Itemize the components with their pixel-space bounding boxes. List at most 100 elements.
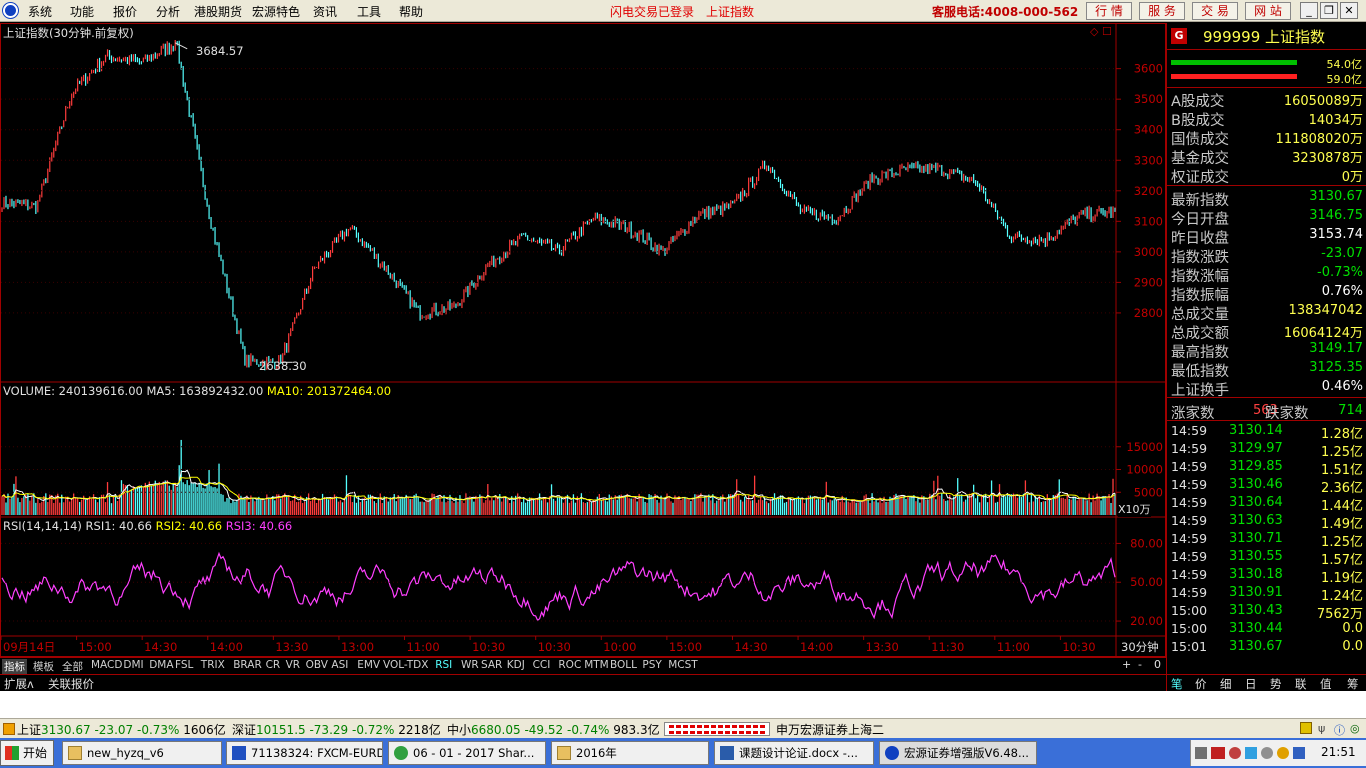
start-button[interactable]: 开始 <box>0 740 54 766</box>
sh-index-summary[interactable]: 上证3130.67 -23.07 -0.73% 1606亿 <box>17 721 226 738</box>
rsi-line <box>1 551 1116 622</box>
alert-icon[interactable] <box>1300 722 1312 734</box>
tick-row[interactable]: 14:59 3130.14 1.28亿 <box>1167 423 1366 442</box>
indicator-tab[interactable]: SAR <box>479 659 504 671</box>
menu-tools[interactable]: 工具 <box>357 3 381 20</box>
tick-row[interactable]: 15:01 3130.67 0.0 <box>1167 639 1366 657</box>
indicator-tab[interactable]: DMI <box>121 659 145 671</box>
tick-row[interactable]: 14:59 3129.97 1.25亿 <box>1167 441 1366 460</box>
tick-row[interactable]: 14:59 3130.64 1.44亿 <box>1167 495 1366 514</box>
indicator-tab[interactable]: CCI <box>531 659 553 671</box>
tick-row[interactable]: 14:59 3130.18 1.19亿 <box>1167 567 1366 586</box>
security-icon[interactable] <box>1277 747 1289 759</box>
tick-row[interactable]: 15:00 3130.44 0.0 <box>1167 621 1366 639</box>
indicator-tab[interactable]: MACD <box>89 659 124 671</box>
indicator-tab[interactable]: CR <box>264 659 283 671</box>
indicator-tab[interactable]: KDJ <box>505 659 527 671</box>
tab-chips[interactable]: 筹 <box>1347 676 1359 692</box>
trade-login-status[interactable]: 闪电交易已登录 <box>610 3 694 20</box>
info-icon[interactable]: ⓘ <box>1334 722 1346 737</box>
menu-help[interactable]: 帮助 <box>399 3 423 20</box>
trade-button[interactable]: 交 易 <box>1192 2 1238 20</box>
signal-icon[interactable]: ψ <box>1318 722 1330 735</box>
speaker-icon[interactable] <box>1293 747 1305 759</box>
tick-row[interactable]: 14:59 3129.85 1.51亿 <box>1167 459 1366 478</box>
menu-hk-futures[interactable]: 港股期货 <box>194 3 242 20</box>
tick-row[interactable]: 14:59 3130.55 1.57亿 <box>1167 549 1366 568</box>
indicator-tab[interactable]: BOLL <box>608 659 639 671</box>
website-button[interactable]: 网 站 <box>1245 2 1291 20</box>
indicator-tab[interactable]: DMA <box>147 659 175 671</box>
indicator-tab[interactable]: 指标 <box>2 659 27 674</box>
tab-trades[interactable]: 笔 <box>1171 676 1183 692</box>
tab-detail[interactable]: 细 <box>1220 676 1232 692</box>
current-index-link[interactable]: 上证指数 <box>706 3 754 20</box>
task-word-doc[interactable]: 课题设计论证.docx -... <box>714 741 874 765</box>
indicator-tab[interactable]: TRIX <box>199 659 227 671</box>
period-label[interactable]: 30分钟 <box>1121 639 1159 655</box>
task-folder-2016[interactable]: 2016年 <box>551 741 709 765</box>
sz-label: 深证 <box>232 723 257 737</box>
indicator-tab[interactable]: VR <box>284 659 302 671</box>
menu-hongyuan[interactable]: 宏源特色 <box>252 3 300 20</box>
tick-row[interactable]: 15:00 3130.43 7562万 <box>1167 603 1366 622</box>
chart-option-icon[interactable]: ◇ ☐ <box>1090 25 1112 38</box>
tick-row[interactable]: 14:59 3130.63 1.49亿 <box>1167 513 1366 532</box>
indicator-tab[interactable]: FSL <box>173 659 195 671</box>
flag-icon[interactable] <box>1211 747 1225 759</box>
indicator-tabs: 指标 模板 全部 MACD DMI DMA FSL TRIX BRAR CR VR OBV ASI EMV… <box>0 657 1166 674</box>
x-tick-label: 10:00 <box>603 640 636 654</box>
minimize-icon[interactable]: _ <box>1300 2 1318 19</box>
tab-value[interactable]: 值 <box>1320 676 1332 692</box>
indicator-tab[interactable]: OBV <box>304 659 330 671</box>
tab-daily[interactable]: 日 <box>1245 676 1257 692</box>
market-button[interactable]: 行 情 <box>1086 2 1132 20</box>
menu-analysis[interactable]: 分析 <box>156 3 180 20</box>
menu-function[interactable]: 功能 <box>70 3 94 20</box>
stat-label: 指数涨幅 <box>1171 269 1229 285</box>
task-browser[interactable]: 06 - 01 - 2017 Shar... <box>388 741 546 765</box>
task-folder-hyzq[interactable]: new_hyzq_v6 <box>62 741 222 765</box>
indicator-tab[interactable]: MCST <box>666 659 699 671</box>
tab-trend[interactable]: 势 <box>1270 676 1282 692</box>
indicator-tab[interactable]: ROC <box>556 659 583 671</box>
connection-icon[interactable]: ◎ <box>1350 722 1362 735</box>
tray-app-icon[interactable] <box>1261 747 1273 759</box>
zoom-out-button[interactable]: - <box>1138 658 1142 671</box>
task-fxcm[interactable]: 71138324: FXCM-EURD... <box>226 741 383 765</box>
network-icon[interactable] <box>1245 747 1257 759</box>
related-quotes-button[interactable]: 关联报价 <box>48 676 94 692</box>
y-tick-label: 3500 <box>1134 92 1163 106</box>
indicator-tab[interactable]: 模板 <box>31 659 56 674</box>
indicator-tab[interactable]: WR <box>459 659 481 671</box>
indicator-tab[interactable]: EMV <box>355 659 382 671</box>
sz-index-summary[interactable]: 深证10151.5 -73.29 -0.72% 2218亿 <box>232 721 441 738</box>
chart-svg[interactable]: 3600 3500 3400 3300 3200 3100 3000 2900 2800 1500… <box>1 24 1165 656</box>
task-hongyuan-app[interactable]: 宏源证券增强版V6.48... <box>879 741 1037 765</box>
indicator-tab[interactable]: 全部 <box>60 659 85 674</box>
indicator-tab[interactable]: MTM <box>582 659 611 671</box>
indicator-tab[interactable]: RSI <box>433 659 454 671</box>
kline-chart-area[interactable]: 3600 3500 3400 3300 3200 3100 3000 2900 2800 1500… <box>0 23 1166 657</box>
tick-row[interactable]: 14:59 3130.91 1.24亿 <box>1167 585 1366 604</box>
menu-quote[interactable]: 报价 <box>113 3 137 20</box>
tray-app-icon[interactable] <box>1229 747 1241 759</box>
zoom-in-button[interactable]: + <box>1122 658 1131 671</box>
indicator-tab[interactable]: BRAR <box>231 659 264 671</box>
menu-news[interactable]: 资讯 <box>313 3 337 20</box>
tick-row[interactable]: 14:59 3130.71 1.25亿 <box>1167 531 1366 550</box>
service-button[interactable]: 服 务 <box>1139 2 1185 20</box>
tick-row[interactable]: 14:59 3130.46 2.36亿 <box>1167 477 1366 496</box>
indicator-tab[interactable]: VOL-TDX <box>381 659 430 671</box>
sme-index-summary[interactable]: 中小6680.05 -49.52 -0.74% 983.3亿 <box>447 721 660 738</box>
expand-button[interactable]: 扩展ʌ <box>4 676 34 692</box>
restore-icon[interactable]: ❐ <box>1320 2 1338 19</box>
indicator-tab[interactable]: ASI <box>329 659 350 671</box>
close-icon[interactable]: ✕ <box>1340 2 1358 19</box>
zoom-reset-button[interactable]: 0 <box>1154 658 1161 671</box>
tab-price[interactable]: 价 <box>1195 676 1207 692</box>
keyboard-icon[interactable] <box>1195 747 1207 759</box>
indicator-tab[interactable]: PSY <box>640 659 663 671</box>
tab-linked[interactable]: 联 <box>1295 676 1307 692</box>
menu-system[interactable]: 系统 <box>28 3 52 20</box>
